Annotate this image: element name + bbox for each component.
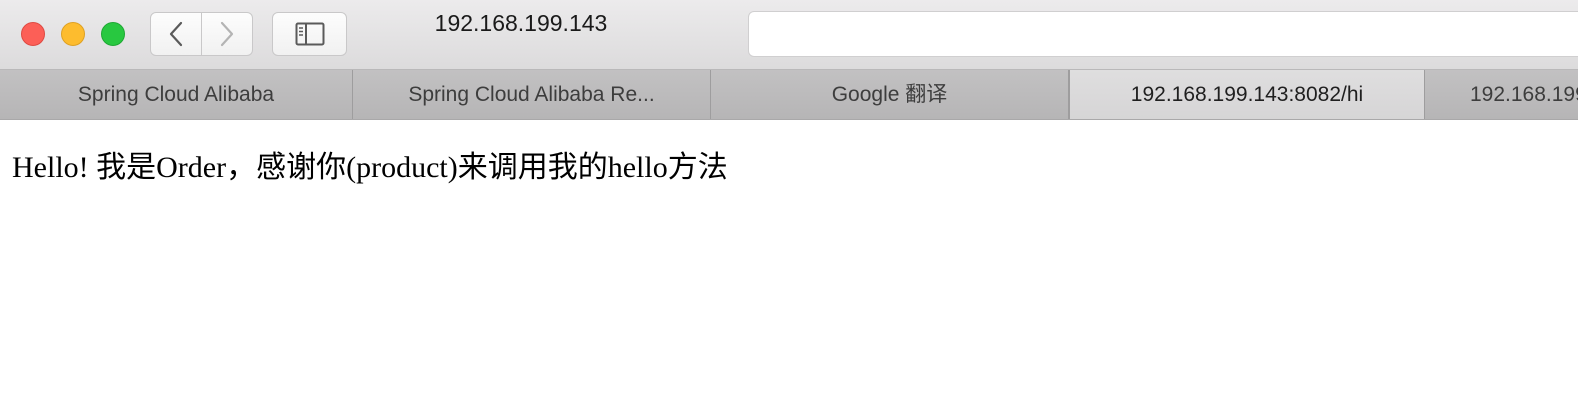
tab-active-hi[interactable]: 192.168.199.143:8082/hi	[1069, 70, 1425, 119]
address-bar-text: 192.168.199.143	[434, 10, 608, 36]
tab-spring-cloud-alibaba[interactable]: Spring Cloud Alibaba	[0, 70, 353, 119]
tab-spring-cloud-alibaba-re[interactable]: Spring Cloud Alibaba Re...	[353, 70, 711, 119]
browser-toolbar: 192.168.199.143	[0, 0, 1578, 70]
tab-192-168-199[interactable]: 192.168.199	[1425, 70, 1578, 119]
tab-google-translate[interactable]: Google 翻译	[711, 70, 1069, 119]
tab-bar: Spring Cloud Alibaba Spring Cloud Alibab…	[0, 70, 1578, 120]
browser-window: 192.168.199.143 Spring Cloud Alibaba Spr…	[0, 0, 1578, 412]
page-content: Hello! 我是Order，感谢你(product)来调用我的hello方法	[0, 120, 1578, 412]
page-body-text: Hello! 我是Order，感谢你(product)来调用我的hello方法	[12, 151, 728, 184]
